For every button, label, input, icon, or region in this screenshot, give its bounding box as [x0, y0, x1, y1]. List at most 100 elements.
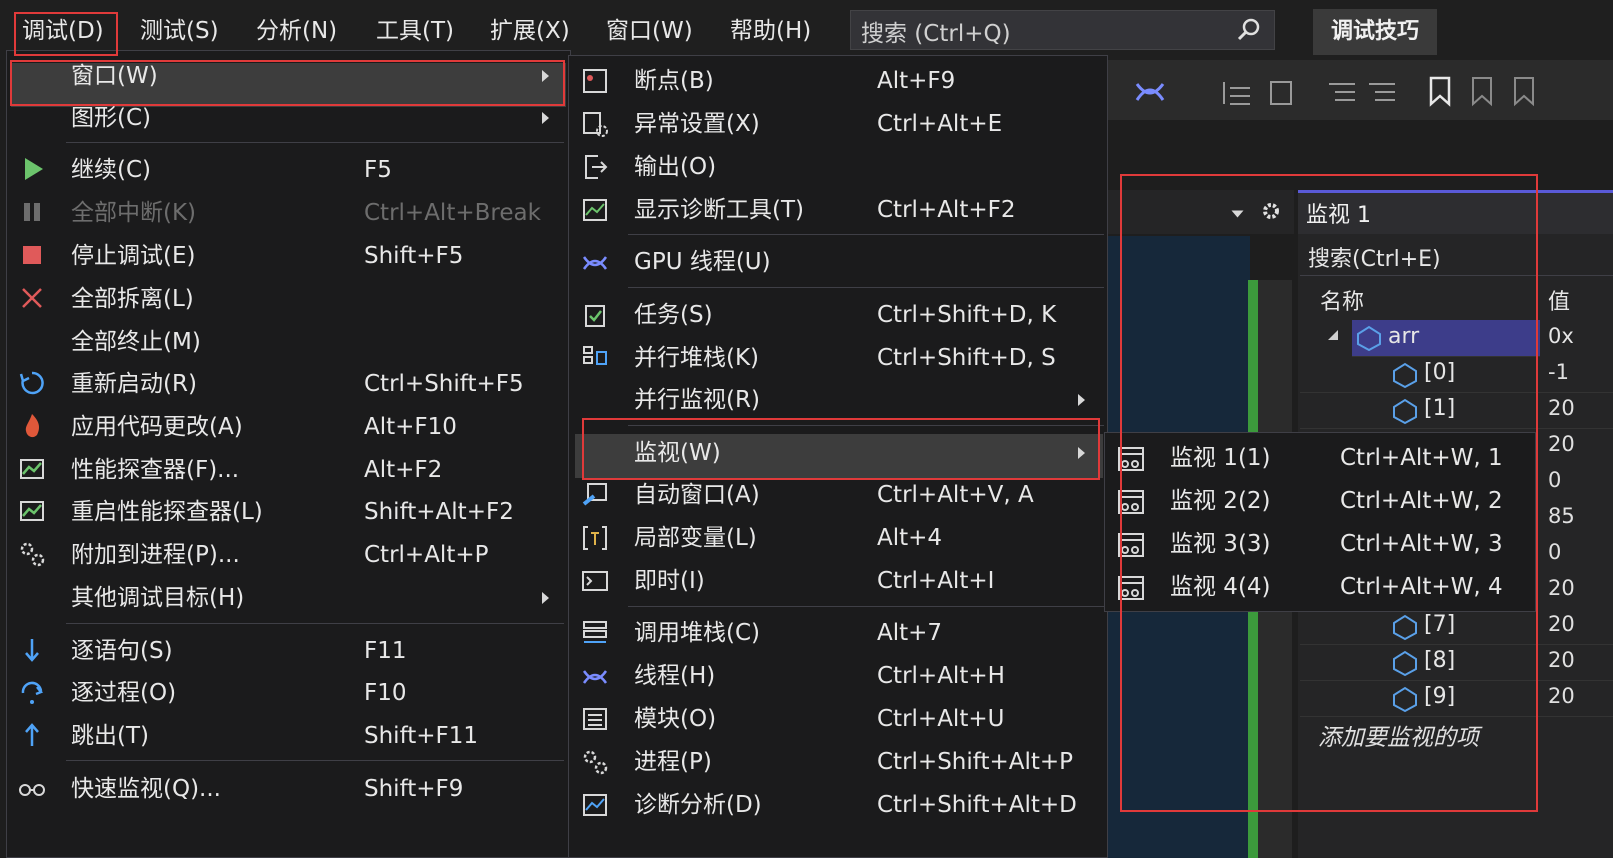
debug-menu-item-shortcut: F10 — [364, 680, 407, 706]
window-submenu-item-shortcut: Ctrl+Alt+E — [877, 111, 1003, 137]
debug-menu-item-label: 全部拆离(L) — [71, 286, 194, 312]
debug-menu-item-label: 其他调试目标(H) — [71, 585, 245, 611]
window-submenu-item-shortcut: Ctrl+Shift+D, S — [877, 345, 1056, 371]
debug-menu-item-label: 重新启动(R) — [71, 371, 197, 397]
search-placeholder: 搜索 (Ctrl+Q) — [861, 21, 1011, 47]
annotation-box-window-item — [10, 60, 565, 106]
debug-menu-item-label: 快速监视(Q)... — [71, 776, 221, 802]
diagnostic-analysis-icon — [583, 794, 607, 816]
processes-icon — [583, 750, 608, 775]
watch-row-value: 20 — [1548, 684, 1575, 708]
exception-settings-icon — [583, 112, 608, 137]
bookmark-next-icon[interactable] — [1509, 74, 1539, 108]
step-out-icon — [25, 723, 39, 746]
menu-test[interactable]: 测试(S) — [140, 14, 219, 48]
play-icon — [25, 158, 43, 180]
align-icon[interactable] — [1265, 78, 1299, 108]
menu-help[interactable]: 帮助(H) — [730, 14, 811, 48]
window-submenu-item-label: 异常设置(X) — [634, 111, 760, 137]
window-submenu-item-shortcut: Alt+F9 — [877, 68, 956, 94]
output-icon — [585, 155, 608, 179]
watch-row-value-partial: 20 — [1548, 432, 1575, 456]
window-submenu-item-label: 调用堆栈(C) — [634, 620, 761, 646]
watch-row-value: 20 — [1548, 648, 1575, 672]
window-submenu-item-label: 显示诊断工具(T) — [634, 197, 804, 223]
window-submenu-item-shortcut: Ctrl+Alt+H — [877, 663, 1005, 689]
parallel-stacks-icon — [583, 346, 607, 365]
window-submenu-item-label: 输出(O) — [634, 154, 717, 180]
autos-icon — [582, 483, 607, 506]
submenu-arrow-icon — [1078, 394, 1085, 406]
window-submenu-item-shortcut: Ctrl+Alt+I — [877, 568, 995, 594]
debug-menu-item-shortcut: F11 — [364, 638, 407, 664]
menu-tools[interactable]: 工具(T) — [376, 14, 454, 48]
comment-icon[interactable] — [1365, 78, 1399, 108]
menu-analyze[interactable]: 分析(N) — [256, 14, 337, 48]
indent-icon[interactable] — [1220, 78, 1254, 108]
menu-separator — [66, 760, 564, 761]
window-submenu-item-label: 任务(S) — [634, 302, 713, 328]
window-submenu-item-label: 诊断分析(D) — [634, 792, 762, 818]
debug-menu-item-label: 逐过程(O) — [71, 680, 177, 706]
watch-row-value-partial: 0 — [1548, 468, 1562, 492]
window-submenu-item-label: GPU 线程(U) — [634, 249, 771, 275]
menu-extensions[interactable]: 扩展(X) — [490, 14, 570, 48]
window-submenu-item-shortcut: Ctrl+Alt+V, A — [877, 482, 1034, 508]
annotation-box-watch-item — [582, 418, 1100, 480]
debug-menu-item-shortcut: Shift+Alt+F2 — [364, 499, 514, 525]
search-box[interactable]: 搜索 (Ctrl+Q) — [850, 10, 1275, 50]
debug-menu-item-shortcut: Shift+F5 — [364, 243, 464, 269]
locals-icon — [583, 526, 607, 550]
debug-menu-item-label: 全部中断(K) — [71, 200, 197, 226]
debug-menu-item-label: 重启性能探查器(L) — [71, 499, 263, 525]
menu-separator — [628, 234, 1104, 235]
bookmark-prev-icon[interactable] — [1467, 74, 1497, 108]
restart-icon — [19, 371, 44, 395]
window-submenu-item-label: 自动窗口(A) — [634, 482, 760, 508]
debug-menu-item-label: 附加到进程(P)... — [71, 542, 240, 568]
menu-separator — [66, 142, 564, 143]
debug-toolbar — [1105, 60, 1613, 120]
debug-menu-item-label: 性能探查器(F)... — [71, 457, 240, 483]
threads-toolbar-icon[interactable] — [1133, 74, 1167, 108]
glasses-icon — [19, 784, 45, 796]
debug-menu-item-shortcut: F5 — [364, 157, 392, 183]
column-value-header[interactable]: 值 — [1548, 284, 1570, 316]
watch-row-value: 20 — [1548, 612, 1575, 636]
debug-tips-button[interactable]: 调试技巧 — [1313, 9, 1437, 55]
threads-icon — [582, 670, 608, 684]
debug-menu-item-label: 逐语句(S) — [71, 638, 173, 664]
window-submenu-item-label: 即时(I) — [634, 568, 705, 594]
window-submenu-item-shortcut: Ctrl+Shift+Alt+P — [877, 749, 1074, 775]
stop-icon — [23, 246, 41, 264]
bookmark-icon[interactable] — [1425, 74, 1455, 108]
window-submenu-item-label: 并行堆栈(K) — [634, 345, 760, 371]
watch-root-value: 0x — [1548, 324, 1574, 348]
watch-row-value-partial: 85 — [1548, 504, 1575, 528]
debug-menu-item-shortcut: Alt+F2 — [364, 457, 443, 483]
search-icon — [1237, 18, 1260, 41]
call-stack-icon — [583, 621, 607, 643]
submenu-arrow-icon — [542, 592, 549, 604]
modules-icon — [583, 708, 607, 730]
menu-window[interactable]: 窗口(W) — [606, 14, 693, 48]
window-submenu-item-shortcut: Ctrl+Alt+F2 — [877, 197, 1016, 223]
debug-menu-item-label: 全部终止(M) — [71, 329, 201, 355]
list-icon[interactable] — [1325, 78, 1359, 108]
debug-menu-item-label: 继续(C) — [71, 157, 152, 183]
debug-menu-item-label: 应用代码更改(A) — [71, 414, 243, 440]
submenu-arrow-icon — [542, 112, 549, 124]
window-submenu-item-label: 并行监视(R) — [634, 387, 760, 413]
annotation-box-watch-panel — [1120, 174, 1538, 812]
profiler-icon — [20, 459, 44, 479]
window-submenu-item-label: 线程(H) — [634, 663, 716, 689]
debug-menu-item-shortcut: Shift+F9 — [364, 776, 464, 802]
step-into-icon — [25, 639, 39, 662]
step-over-icon — [21, 681, 44, 704]
gpu-threads-icon — [582, 256, 608, 270]
window-submenu-item-shortcut: Ctrl+Shift+Alt+D — [877, 792, 1077, 818]
window-submenu-item-label: 进程(P) — [634, 749, 712, 775]
hot-reload-icon — [25, 414, 40, 438]
window-submenu-item-label: 局部变量(L) — [634, 525, 757, 551]
window-submenu-item-label: 断点(B) — [634, 68, 714, 94]
